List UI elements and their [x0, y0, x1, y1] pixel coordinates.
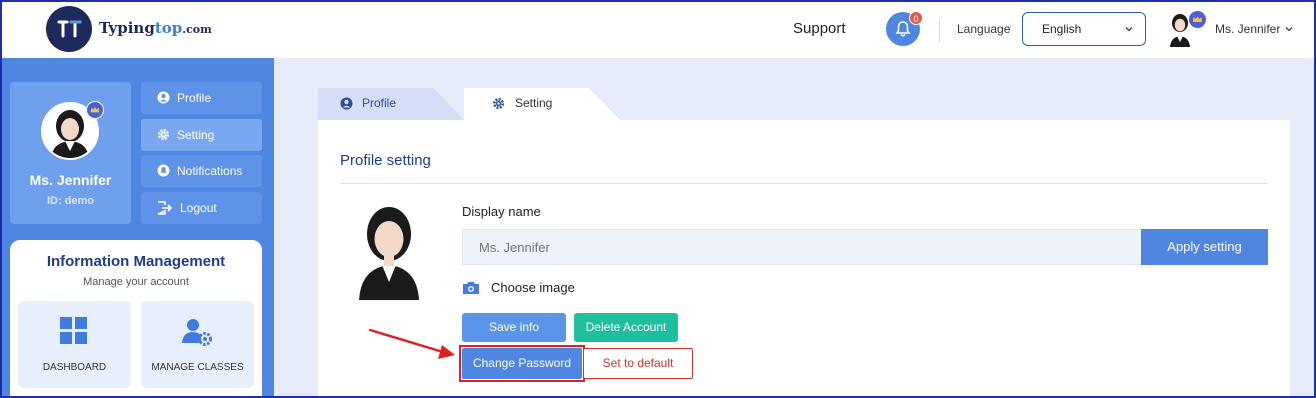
logo-accent-text: top: [154, 19, 183, 37]
user-circle-icon: [157, 91, 170, 104]
gear-icon: [493, 98, 504, 109]
camera-icon[interactable]: [462, 281, 480, 295]
logo-domain-text: .com: [182, 23, 212, 36]
sidebar-item-label: Notifications: [177, 164, 243, 178]
bell-icon: [157, 164, 170, 177]
language-label: Language: [957, 22, 1011, 36]
language-select[interactable]: English: [1022, 12, 1146, 46]
support-link[interactable]: Support: [793, 20, 846, 37]
sidebar-item-profile[interactable]: Profile: [141, 82, 262, 114]
save-info-button[interactable]: Save info: [462, 313, 566, 342]
app-window: Typingtop.com Support 0 Language English: [0, 0, 1316, 398]
bell-icon: [895, 21, 911, 37]
manage-classes-tile-label: MANAGE CLASSES: [151, 362, 244, 373]
dashboard-grid-icon: [60, 317, 87, 344]
annotation-arrow-icon: [368, 328, 455, 359]
gear-icon: [158, 129, 169, 140]
chevron-down-icon: [1125, 27, 1133, 32]
change-password-button[interactable]: Change Password: [462, 348, 582, 379]
logo-main-text: Typing: [99, 19, 155, 37]
logo-wordmark[interactable]: Typingtop.com: [99, 19, 212, 37]
manage-classes-tile[interactable]: MANAGE CLASSES: [141, 301, 254, 388]
page-title: Profile setting: [340, 152, 431, 169]
logo-icon[interactable]: [46, 6, 92, 52]
crown-icon: [86, 101, 104, 119]
info-management-title: Information Management: [46, 253, 226, 270]
tab-setting[interactable]: Setting: [464, 88, 620, 120]
tab-profile[interactable]: Profile: [318, 88, 464, 120]
sidebar-item-label: Setting: [177, 128, 215, 142]
title-divider: [340, 183, 1268, 184]
tab-label: Setting: [515, 96, 553, 110]
logout-icon: [157, 201, 173, 215]
user-circle-icon: [340, 97, 353, 110]
display-name-label: Display name: [462, 204, 541, 219]
dashboard-tile-label: DASHBOARD: [42, 362, 107, 373]
sidebar-item-label: Profile: [177, 91, 212, 105]
dashboard-tile[interactable]: DASHBOARD: [18, 301, 131, 388]
tab-label: Profile: [362, 96, 397, 110]
choose-image-link[interactable]: Choose image: [491, 280, 575, 295]
profile-name: Ms. Jennifer: [29, 172, 112, 188]
delete-account-button[interactable]: Delete Account: [574, 313, 678, 342]
user-name[interactable]: Ms. Jennifer: [1215, 22, 1280, 36]
notification-badge: 0: [909, 11, 923, 25]
sidebar-item-logout[interactable]: Logout: [141, 192, 262, 224]
set-to-default-button[interactable]: Set to default: [583, 348, 693, 379]
crown-icon: [1189, 11, 1206, 28]
sidebar-item-setting[interactable]: Setting: [141, 119, 262, 151]
info-management-subtitle: Manage your account: [83, 276, 189, 288]
header-divider: [939, 18, 940, 42]
top-header: Typingtop.com Support 0 Language English: [2, 2, 1314, 58]
sidebar-item-label: Logout: [180, 201, 217, 215]
display-name-input[interactable]: [462, 229, 1142, 265]
user-settings-icon: [182, 319, 212, 346]
sidebar-item-notifications[interactable]: Notifications: [141, 155, 262, 187]
language-value: English: [1042, 22, 1082, 36]
chevron-down-icon[interactable]: [1284, 24, 1294, 34]
profile-photo-large: [357, 202, 421, 300]
profile-id: ID: demo: [46, 195, 95, 207]
apply-setting-button[interactable]: Apply setting: [1141, 229, 1268, 265]
